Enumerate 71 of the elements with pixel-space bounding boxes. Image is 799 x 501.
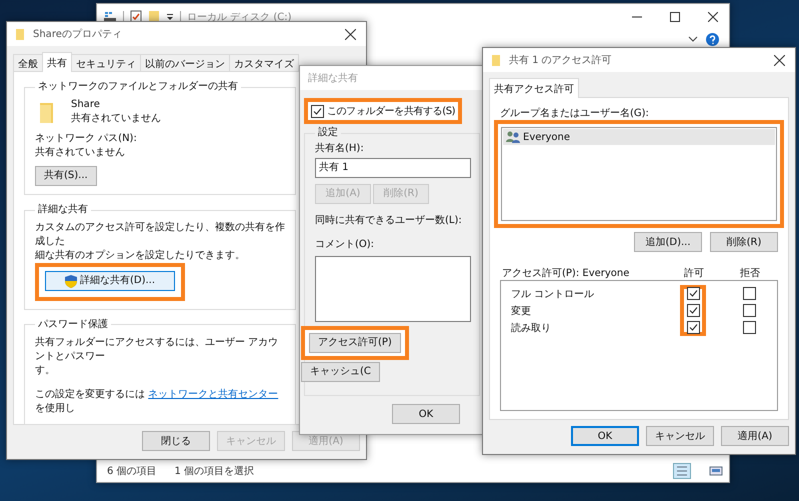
permission-name: フル コントロール xyxy=(510,288,596,300)
dialog-button[interactable]: 適用(A) xyxy=(721,426,789,446)
allow-checkbox[interactable] xyxy=(686,321,700,334)
group-title: 設定 xyxy=(317,126,339,140)
tab[interactable]: 共有 xyxy=(42,52,72,72)
ok-button[interactable]: OK xyxy=(392,404,460,424)
share-name-label: 共有名(H): xyxy=(315,142,365,156)
window-title: Shareのプロパティ xyxy=(33,28,122,41)
user-item[interactable]: Everyone xyxy=(503,129,775,145)
maximize-icon xyxy=(670,12,680,22)
help-text: この設定を変更するには ネットワークと共有センター を使用し xyxy=(35,388,280,416)
status-text: 6 個の項目 xyxy=(107,465,157,478)
folder-icon xyxy=(491,54,501,66)
dialog-button[interactable]: 閉じる xyxy=(142,431,210,451)
permissions-label: アクセス許可(P): Everyone xyxy=(502,266,630,280)
comment-label: コメント(O): xyxy=(315,238,376,252)
advanced-sharing-button[interactable]: 詳細な共有(D)... xyxy=(45,271,175,291)
network-center-link[interactable]: ネットワークと共有センター xyxy=(148,388,278,400)
permissions-button[interactable]: アクセス許可(P) xyxy=(309,333,401,353)
folder-icon xyxy=(15,28,25,40)
dialog-button[interactable]: 削除(R) xyxy=(710,232,778,252)
group-title: 詳細な共有 xyxy=(37,203,89,217)
folder-name: Share xyxy=(71,98,101,112)
check-icon xyxy=(313,106,322,116)
allow-checkbox[interactable] xyxy=(686,304,700,317)
deny-checkbox[interactable] xyxy=(742,287,756,300)
users-label: グループ名またはユーザー名(G): xyxy=(500,106,650,120)
group-title: パスワード保護 xyxy=(37,318,109,332)
allow-checkbox[interactable] xyxy=(686,287,700,300)
deny-checkbox[interactable] xyxy=(742,304,756,317)
dialog-button[interactable]: キャンセル xyxy=(646,426,714,446)
path-label: ネットワーク パス(N): xyxy=(35,132,137,146)
chevron-icon[interactable] xyxy=(688,36,698,42)
close-icon xyxy=(774,54,784,66)
close-icon xyxy=(708,12,718,22)
window-title: 共有 1 のアクセス許可 xyxy=(509,54,612,67)
description-text: 細な共有のオプションを設定したりできます。 xyxy=(35,249,245,263)
permission-name: 変更 xyxy=(510,304,532,318)
tab[interactable]: カスタマイズ xyxy=(229,54,299,71)
permission-name: 読み取り xyxy=(510,322,552,334)
share-status: 共有されていません xyxy=(71,112,161,126)
users-icon xyxy=(506,131,520,143)
caching-button[interactable]: キャッシュ(C xyxy=(301,362,380,382)
column-header: 許可 xyxy=(683,266,705,280)
share-name-field[interactable]: 共有 1 xyxy=(315,158,471,178)
user-limit-label: 同時に共有できるユーザー数(L): xyxy=(315,214,463,228)
group-title: ネットワークのファイルとフォルダーの共有 xyxy=(37,80,239,94)
details-view-icon[interactable] xyxy=(673,463,691,479)
help-icon[interactable] xyxy=(706,32,719,46)
path-value: 共有されていません xyxy=(35,146,125,160)
description-text: カスタムのアクセス許可を設定したり、複数の共有を作成した xyxy=(35,221,285,249)
column-header: 拒否 xyxy=(739,266,761,280)
tab[interactable]: 全般 xyxy=(13,54,43,71)
dialog-button[interactable]: 追加(D)... xyxy=(634,232,702,252)
share-button[interactable]: 共有(S)... xyxy=(35,166,97,186)
tab[interactable]: 共有アクセス許可 xyxy=(489,78,579,98)
window-title: 詳細な共有 xyxy=(308,72,358,85)
shield-icon xyxy=(64,274,77,288)
deny-checkbox[interactable] xyxy=(742,321,756,334)
large-icons-view-icon[interactable] xyxy=(709,465,723,477)
tab[interactable]: セキュリティ xyxy=(71,54,141,71)
close-icon xyxy=(344,28,356,40)
status-text: 1 個の項目を選択 xyxy=(174,465,254,478)
share-checkbox[interactable]: このフォルダーを共有する(S) xyxy=(311,104,456,118)
window-title: ローカル ディスク (C:) xyxy=(187,11,292,24)
dropdown-icon[interactable] xyxy=(166,13,174,21)
comment-field[interactable] xyxy=(315,256,471,322)
dialog-button[interactable]: OK xyxy=(571,426,639,446)
tab[interactable]: 以前のバージョン xyxy=(140,54,230,71)
description-text: 共有フォルダーにアクセスするには、ユーザー アカウントとパスワー xyxy=(35,336,280,364)
description-text: す。 xyxy=(35,364,55,378)
